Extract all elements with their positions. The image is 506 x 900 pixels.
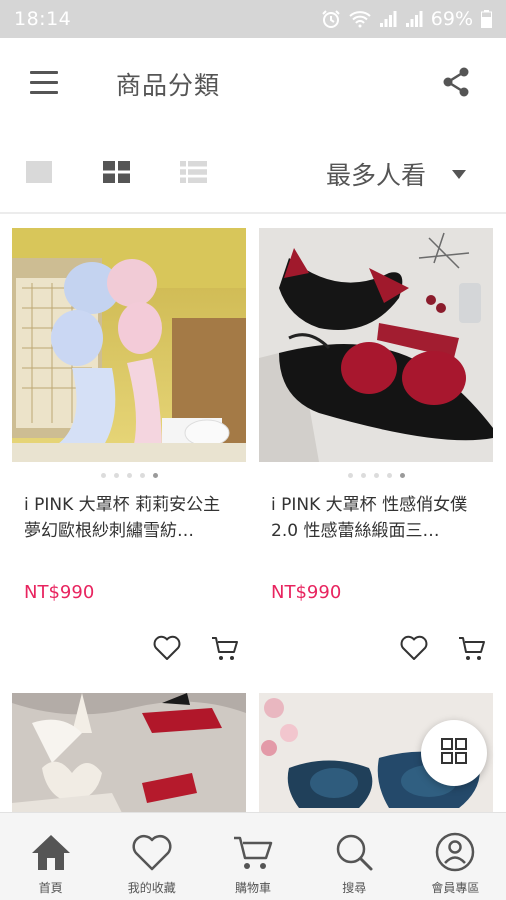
status-bar: 18:14 69% [0, 0, 506, 38]
app-bar: 商品分類 [0, 38, 506, 128]
nav-member-label: 會員專區 [431, 881, 480, 895]
page-title: 商品分類 [116, 71, 221, 100]
home-icon [29, 831, 73, 873]
nav-member[interactable]: 會員專區 [405, 813, 506, 900]
share-icon[interactable] [441, 66, 471, 98]
heart-icon[interactable] [399, 633, 429, 663]
product-image[interactable] [259, 228, 493, 462]
image-carousel-dots [12, 462, 246, 488]
menu-button[interactable] [30, 70, 58, 94]
search-icon [332, 831, 376, 873]
nav-search-label: 搜尋 [342, 881, 367, 895]
product-price: NT$990 [271, 582, 342, 603]
status-time: 18:14 [14, 8, 72, 30]
single-view-icon[interactable] [26, 161, 52, 187]
sort-dropdown[interactable]: 最多人看 [326, 156, 467, 192]
view-toolbar: 最多人看 [0, 128, 506, 214]
heart-icon [130, 831, 174, 873]
signal-icon-2 [405, 10, 423, 28]
floating-grid-button[interactable] [421, 720, 487, 786]
product-card[interactable]: i PINK 大罩杯 莉莉安公主 夢幻歐根紗刺繡雪紡… NT$990 [12, 228, 246, 660]
bottom-navigation: 首頁 我的收藏 購物車 搜尋 會員專區 [0, 812, 506, 900]
battery-icon [481, 10, 492, 28]
product-card[interactable]: i PINK 大罩杯 性感俏女僕2.0 性感蕾絲緞面三… NT$990 [259, 228, 493, 660]
cart-icon [231, 831, 275, 873]
sort-label: 最多人看 [326, 161, 427, 190]
user-icon [433, 831, 477, 873]
nav-cart[interactable]: 購物車 [202, 813, 303, 900]
nav-favorites[interactable]: 我的收藏 [101, 813, 202, 900]
alarm-icon [321, 9, 341, 29]
nav-home[interactable]: 首頁 [0, 813, 101, 900]
chevron-down-icon [452, 169, 467, 179]
heart-icon[interactable] [152, 633, 182, 663]
product-image[interactable] [12, 693, 246, 813]
product-name[interactable]: i PINK 大罩杯 性感俏女僕2.0 性感蕾絲緞面三… [259, 492, 493, 548]
signal-icon [379, 10, 397, 28]
battery-level: 69% [430, 8, 473, 30]
nav-home-label: 首頁 [38, 881, 63, 895]
product-name[interactable]: i PINK 大罩杯 莉莉安公主 夢幻歐根紗刺繡雪紡… [12, 492, 246, 548]
cart-icon[interactable] [210, 633, 240, 663]
product-image[interactable] [12, 228, 246, 462]
grid-view-icon[interactable] [103, 161, 130, 187]
product-card[interactable] [12, 693, 246, 813]
grid-icon [441, 738, 467, 768]
list-view-icon[interactable] [180, 161, 207, 187]
cart-icon[interactable] [457, 633, 487, 663]
nav-favorites-label: 我的收藏 [127, 881, 176, 895]
nav-search[interactable]: 搜尋 [304, 813, 405, 900]
wifi-icon [349, 10, 371, 28]
image-carousel-dots [259, 462, 493, 488]
product-price: NT$990 [24, 582, 95, 603]
nav-cart-label: 購物車 [235, 881, 272, 895]
